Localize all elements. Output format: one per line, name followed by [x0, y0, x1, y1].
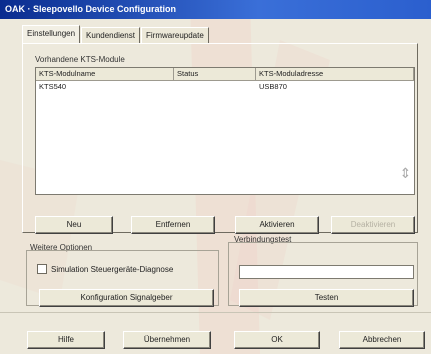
simulation-checkbox[interactable]: Simulation Steuergeräte-Diagnose [37, 264, 173, 274]
column-header-name[interactable]: KTS-Modulname [36, 68, 174, 80]
configure-signal-button[interactable]: Konfiguration Signalgeber [39, 289, 214, 307]
cell-address: USB870 [259, 82, 287, 91]
modules-list-header: KTS-Modulname Status KTS-Moduladresse [36, 68, 414, 81]
checkbox-label: Simulation Steuergeräte-Diagnose [51, 264, 174, 274]
ok-button[interactable]: OK [234, 331, 320, 349]
help-button[interactable]: Hilfe [27, 331, 105, 349]
column-header-status[interactable]: Status [174, 68, 256, 80]
cell-status [174, 81, 256, 92]
new-button[interactable]: Neu [35, 216, 113, 234]
test-button[interactable]: Testen [239, 289, 414, 307]
window-title: OAK · Sleepovello Device Configuration [0, 0, 431, 19]
cell-name: KTS540 [39, 82, 67, 91]
column-header-address[interactable]: KTS-Moduladresse [256, 68, 414, 80]
footer-separator [0, 312, 431, 313]
checkbox-box[interactable] [37, 264, 47, 274]
connection-test-field[interactable] [239, 265, 414, 279]
modules-group-label: Vorhandene KTS-Module [35, 55, 125, 64]
activate-button[interactable]: Aktivieren [235, 216, 319, 234]
table-row[interactable]: KTS540 USB870 [36, 81, 414, 92]
modules-list[interactable]: KTS-Modulname Status KTS-Moduladresse KT… [35, 67, 415, 195]
remove-button[interactable]: Entfernen [131, 216, 215, 234]
deactivate-button[interactable]: Deaktivieren [331, 216, 415, 234]
scroll-indicator-icon: ⇕ [399, 165, 412, 181]
tab-einstellungen[interactable]: Einstellungen [22, 25, 81, 43]
tab-strip: Einstellungen Kundendienst Firmwareupdat… [22, 25, 210, 44]
cancel-button[interactable]: Abbrechen [339, 331, 425, 349]
tab-firmwareupdate[interactable]: Firmwareupdate [140, 27, 209, 43]
tab-kundendienst[interactable]: Kundendienst [81, 27, 140, 43]
apply-button[interactable]: Übernehmen [123, 331, 211, 349]
